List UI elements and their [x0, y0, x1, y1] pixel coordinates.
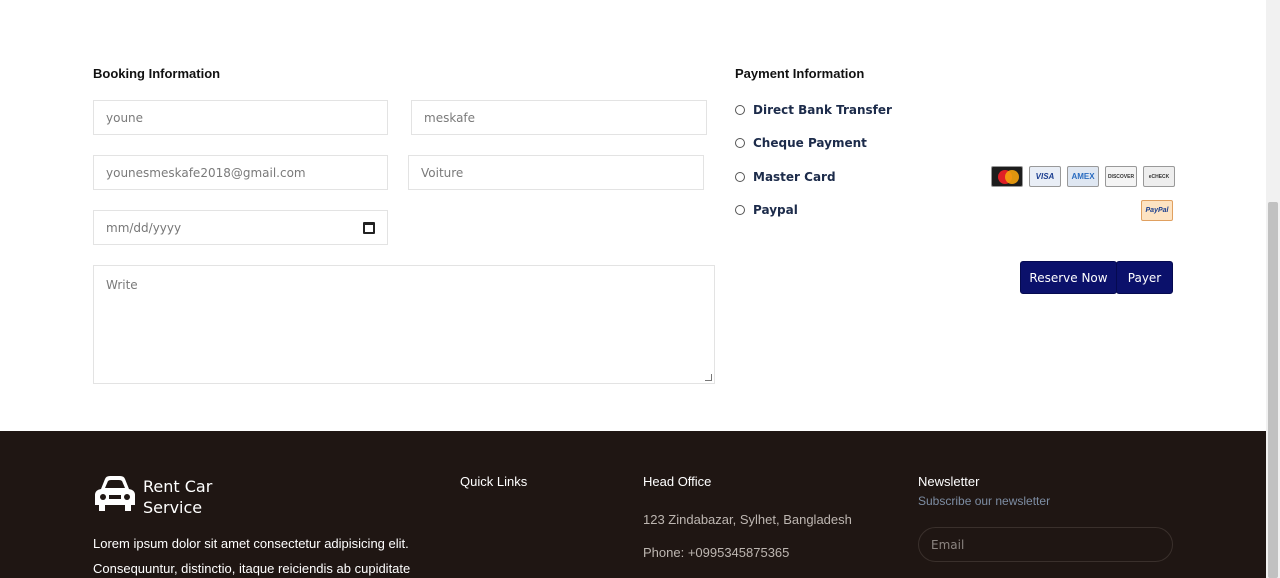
office-phone: Phone: +0995345875365	[643, 545, 790, 560]
message-textarea[interactable]: Write	[93, 265, 715, 384]
payment-option-mastercard[interactable]: Master Card	[735, 170, 836, 184]
brand-line1: Rent Car	[143, 477, 213, 496]
radio-bank-transfer[interactable]	[735, 105, 745, 115]
email-input[interactable]: younesmeskafe2018@gmail.com	[93, 155, 388, 190]
radio-cheque[interactable]	[735, 138, 745, 148]
reserve-now-button[interactable]: Reserve Now	[1020, 261, 1117, 294]
payment-option-bank[interactable]: Direct Bank Transfer	[735, 103, 892, 117]
discover-logo-icon: DISCOVER	[1105, 166, 1137, 187]
resize-handle-icon[interactable]	[705, 374, 712, 381]
page: Booking Information youne meskafe younes…	[0, 0, 1266, 578]
scrollbar-thumb[interactable]	[1268, 202, 1278, 578]
vehicle-input[interactable]: Voiture	[408, 155, 704, 190]
payment-option-paypal[interactable]: Paypal	[735, 203, 798, 217]
newsletter-email-input[interactable]: Email	[918, 527, 1173, 562]
quick-links-title: Quick Links	[460, 474, 528, 489]
calendar-icon[interactable]	[363, 221, 375, 234]
payment-option-label: Cheque Payment	[753, 136, 867, 150]
about-line1: Lorem ipsum dolor sit amet consectetur a…	[93, 536, 409, 551]
payment-option-cheque[interactable]: Cheque Payment	[735, 136, 867, 150]
head-office-title: Head Office	[643, 474, 712, 489]
radio-mastercard[interactable]	[735, 172, 745, 182]
last-name-input[interactable]: meskafe	[411, 100, 707, 135]
card-logos: VISA AMEX DISCOVER eCHECK	[991, 166, 1175, 187]
office-address: 123 Zindabazar, Sylhet, Bangladesh	[643, 512, 852, 527]
amex-logo-icon: AMEX	[1067, 166, 1099, 187]
payment-option-label: Direct Bank Transfer	[753, 103, 892, 117]
about-line2: Consequuntur, distinctio, itaque reicien…	[93, 561, 411, 576]
message-placeholder: Write	[106, 278, 138, 292]
booking-title: Booking Information	[93, 66, 221, 81]
date-input[interactable]: mm/dd/yyyy	[93, 210, 388, 245]
newsletter-title: Newsletter	[918, 474, 980, 489]
echeck-logo-icon: eCHECK	[1143, 166, 1175, 187]
date-placeholder: mm/dd/yyyy	[106, 220, 182, 235]
radio-paypal[interactable]	[735, 205, 745, 215]
payment-title: Payment Information	[735, 66, 865, 81]
payment-option-label: Master Card	[753, 170, 836, 184]
payer-button[interactable]: Payer	[1116, 261, 1173, 294]
visa-logo-icon: VISA	[1029, 166, 1061, 187]
brand-line2: Service	[143, 498, 203, 517]
about-text: Lorem ipsum dolor sit amet consectetur a…	[93, 531, 433, 578]
first-name-input[interactable]: youne	[93, 100, 388, 135]
mastercard-logo-icon	[991, 166, 1023, 187]
newsletter-subtitle: Subscribe our newsletter	[918, 494, 1051, 508]
paypal-logo-icon: PayPal	[1141, 200, 1173, 221]
payment-option-label: Paypal	[753, 203, 798, 217]
brand-name: Rent Car Service	[143, 476, 212, 518]
car-logo-icon	[95, 476, 135, 511]
